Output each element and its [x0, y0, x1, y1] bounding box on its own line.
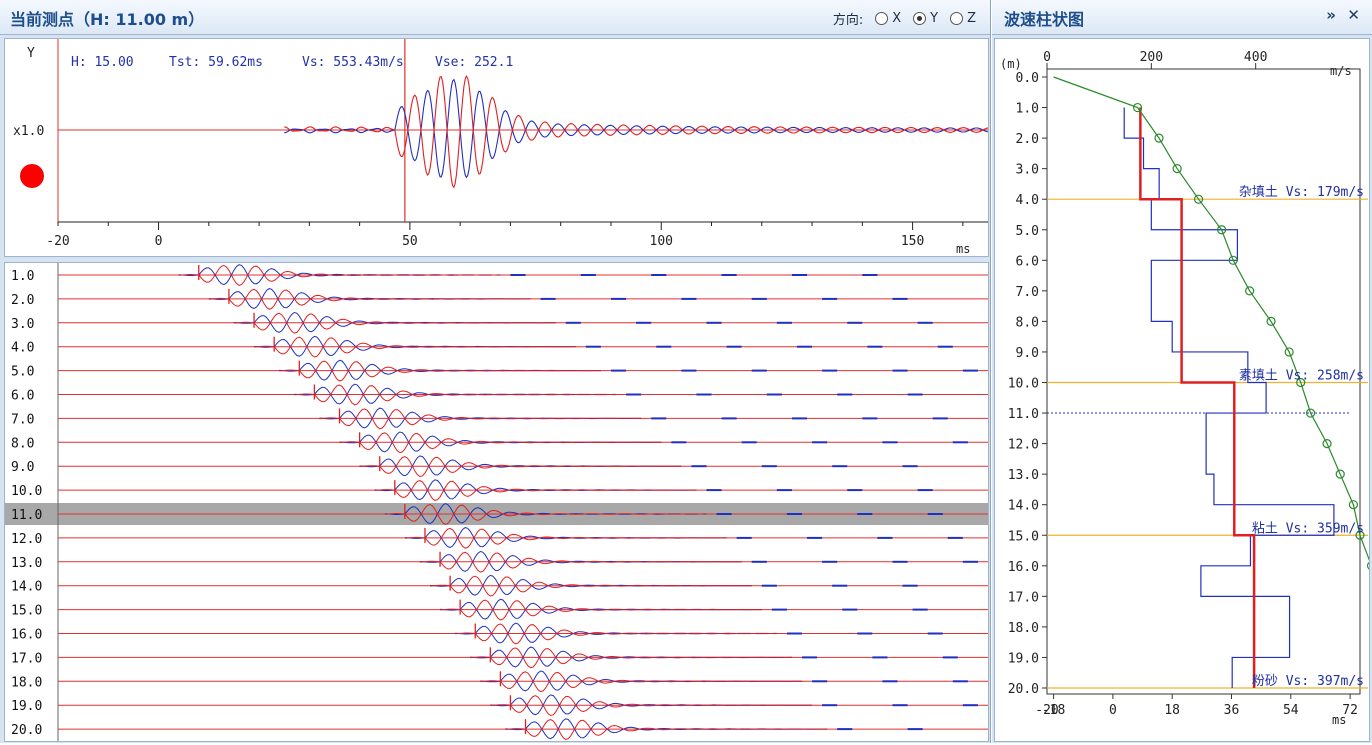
trace-depth-label: 15.0: [11, 604, 42, 619]
depth-tick-label: 10.0: [1008, 377, 1039, 392]
trace-depth-label: 19.0: [11, 699, 42, 714]
radio-label: X: [892, 11, 902, 26]
depth-tick-label: 3.0: [1016, 163, 1039, 178]
direction-radio-x[interactable]: X: [875, 11, 901, 26]
trace-depth-label: 17.0: [11, 651, 42, 666]
depth-tick-label: 12.0: [1008, 438, 1039, 453]
gain-label: x1.0: [13, 124, 44, 139]
trace-depth-label: 12.0: [11, 532, 42, 547]
x-unit-label: ms: [956, 242, 970, 256]
layer-velocity-column: [1139, 107, 1256, 688]
depth-tick-label: 20.0: [1008, 682, 1039, 697]
panel-title: 当前测点（H: 11.00 m）: [10, 10, 205, 29]
time-tick-label: 54: [1283, 703, 1299, 718]
expand-button[interactable]: »: [1326, 6, 1336, 24]
depth-tick-label: 5.0: [1016, 224, 1039, 239]
depth-tick-label: 8.0: [1016, 315, 1039, 330]
radio-icon: [875, 12, 889, 25]
record-indicator-icon[interactable]: [20, 164, 44, 188]
direction-radio-z[interactable]: Z: [950, 11, 976, 26]
trace-depth-label: 16.0: [11, 628, 42, 643]
info-vse: Vse: 252.1: [435, 55, 513, 70]
vs-unit-label: m/s: [1330, 64, 1352, 78]
current-point-panel: 当前测点（H: 11.00 m） 方向: X Y Z Y x1.0 H: 15.…: [0, 0, 991, 743]
channel-label: Y: [27, 46, 35, 61]
panel-title: 波速柱状图: [1004, 10, 1085, 29]
depth-tick-label: 1.0: [1016, 102, 1039, 117]
vs-tick-label: 200: [1140, 50, 1163, 65]
depth-tick-label: 4.0: [1016, 193, 1039, 208]
x-tick-label: 0: [155, 234, 163, 249]
depth-tick-label: 14.0: [1008, 499, 1039, 514]
waveform-detail-view[interactable]: Y x1.0 H: 15.00 Tst: 59.62ms Vs: 553.43m…: [4, 38, 989, 257]
trace-depth-label: 18.0: [11, 675, 42, 690]
info-vs: Vs: 553.43m/s: [302, 55, 404, 70]
depth-tick-label: 7.0: [1016, 285, 1039, 300]
layer-label: 素填土 Vs: 258m/s: [1239, 369, 1364, 384]
trace-depth-label: 5.0: [11, 365, 34, 380]
time-tick-label: 18: [1164, 703, 1180, 718]
trace-depth-label: 6.0: [11, 389, 34, 404]
depth-tick-label: 18.0: [1008, 621, 1039, 636]
velocity-column-canvas[interactable]: (m) m/s 0 200 400 0.0 1.0 2.0 3.0 4.0 5.0 6.0 7.0 8.0…: [995, 39, 1372, 741]
trace-depth-label: 3.0: [11, 317, 34, 332]
layer-label: 杂填土 Vs: 179m/s: [1239, 185, 1364, 200]
trace-depth-label: 4.0: [11, 341, 34, 356]
depth-tick-label: 17.0: [1008, 590, 1039, 605]
time-unit-label: ms: [1332, 713, 1346, 727]
depth-tick-label: 13.0: [1008, 468, 1039, 483]
trace-depth-label: 8.0: [11, 436, 34, 451]
depth-tick-label: 16.0: [1008, 560, 1039, 575]
current-point-titlebar: 当前测点（H: 11.00 m） 方向: X Y Z: [0, 0, 990, 35]
depth-tick-label: 0.0: [1016, 71, 1039, 86]
radio-icon: [950, 12, 964, 25]
trace-depth-label: 9.0: [11, 460, 34, 475]
direction-label: 方向:: [832, 13, 864, 28]
x-tick-label: 100: [650, 234, 673, 249]
trace-depth-label: 20.0: [11, 723, 42, 738]
velocity-column-panel: 波速柱状图 » ✕ (m) m/s 0 200 400 0.0 1.0 2.0 3.0 4.0 5.…: [992, 0, 1372, 743]
velocity-column-titlebar: 波速柱状图 » ✕: [992, 0, 1372, 35]
depth-tick-label: 6.0: [1016, 254, 1039, 269]
velocity-column-chart[interactable]: (m) m/s 0 200 400 0.0 1.0 2.0 3.0 4.0 5.0 6.0 7.0 8.0…: [994, 38, 1372, 742]
trace-list-canvas[interactable]: 1.0 2.0 3.0 4.0 5.0 6.0 7.0 8.0 9.0 10.0 11.0 12.0 1…: [5, 263, 988, 741]
layer-label: 粉砂 Vs: 397m/s: [1252, 674, 1364, 689]
radio-label: Z: [967, 11, 976, 26]
trace-depth-label: 1.0: [11, 269, 34, 284]
depth-tick-label: 9.0: [1016, 346, 1039, 361]
depth-tick-label: 11.0: [1008, 407, 1039, 422]
x-tick-label: 150: [901, 234, 924, 249]
time-tick-label: -18: [1042, 703, 1065, 718]
radio-checked-icon: [913, 12, 927, 25]
radio-label: Y: [930, 11, 939, 26]
trace-depth-label: 2.0: [11, 293, 34, 308]
trace-list-view[interactable]: 1.0 2.0 3.0 4.0 5.0 6.0 7.0 8.0 9.0 10.0 11.0 12.0 1…: [4, 262, 989, 742]
depth-unit-label: (m): [1000, 57, 1022, 71]
waveform-detail-canvas[interactable]: Y x1.0 H: 15.00 Tst: 59.62ms Vs: 553.43m…: [5, 39, 989, 256]
depth-tick-label: 2.0: [1016, 132, 1039, 147]
direction-radio-y[interactable]: Y: [913, 11, 938, 26]
trace-depth-label: 11.0: [11, 508, 42, 523]
info-h: H: 15.00: [71, 55, 134, 70]
x-tick-label: -20: [46, 234, 69, 249]
trace-depth-label: 13.0: [11, 556, 42, 571]
time-tick-label: 36: [1224, 703, 1240, 718]
trace-depth-label: 7.0: [11, 412, 34, 427]
vs-tick-label: 0: [1043, 50, 1051, 65]
x-tick-label: 50: [402, 234, 418, 249]
detail-x-axis: -20 0 50 100 150: [46, 222, 964, 249]
layer-label: 粘土 Vs: 359m/s: [1252, 521, 1364, 536]
depth-tick-label: 19.0: [1008, 651, 1039, 666]
trace-depth-label: 14.0: [11, 580, 42, 595]
direction-selector: 方向: X Y Z: [833, 9, 976, 28]
close-button[interactable]: ✕: [1347, 6, 1360, 24]
time-depth-point[interactable]: [1366, 561, 1372, 571]
depth-tick-label: 15.0: [1008, 529, 1039, 544]
trace-depth-label: 10.0: [11, 484, 42, 499]
vs-tick-label: 400: [1244, 50, 1267, 65]
time-tick-label: 0: [1109, 703, 1117, 718]
info-tst: Tst: 59.62ms: [169, 55, 263, 70]
